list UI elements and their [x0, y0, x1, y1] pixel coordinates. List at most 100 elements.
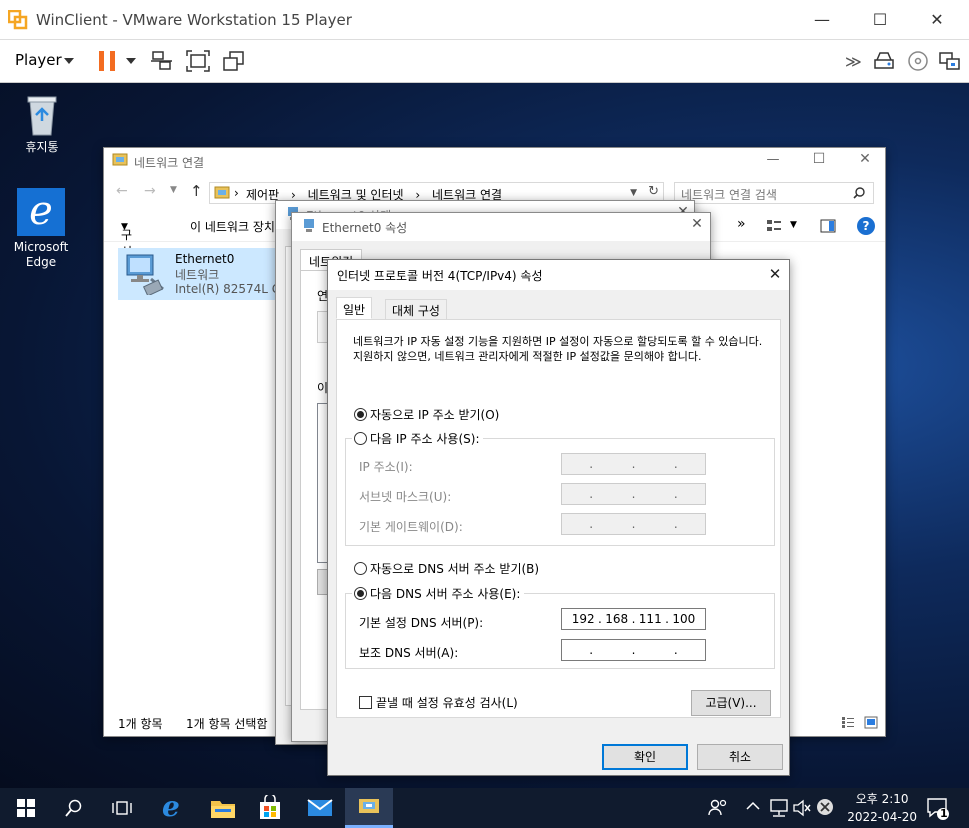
- player-dropdown-icon[interactable]: [64, 58, 74, 64]
- file-explorer-icon[interactable]: [210, 797, 236, 819]
- maximize-icon[interactable]: ☐: [865, 10, 895, 29]
- help-icon[interactable]: ?: [857, 217, 875, 235]
- alternate-dns-label: 보조 DNS 서버(A):: [359, 646, 459, 660]
- ip-dot: .: [673, 487, 678, 501]
- player-menu[interactable]: Player: [15, 51, 62, 69]
- disable-device-button[interactable]: 이 네트워크 장치: [190, 218, 275, 235]
- ok-button[interactable]: 확인: [602, 744, 688, 770]
- preferred-dns-label: 기본 설정 DNS 서버(P):: [359, 616, 484, 630]
- notification-count: 1: [940, 807, 948, 820]
- manual-dns-label: 다음 DNS 서버 주소 사용(E):: [370, 587, 521, 601]
- dialog-titlebar: 인터넷 프로토콜 버전 4(TCP/IPv4) 속성 ✕: [328, 260, 789, 290]
- ip-dot: .: [673, 457, 678, 471]
- pause-icon[interactable]: [98, 50, 118, 72]
- send-ctrl-alt-del-icon[interactable]: [150, 50, 174, 72]
- close-icon[interactable]: ✕: [850, 151, 880, 167]
- dns-octet: 192: [571, 612, 595, 626]
- adapter-type: 네트워크: [175, 268, 220, 282]
- dns-octet: 168: [605, 612, 629, 626]
- tab-general[interactable]: 일반: [336, 297, 373, 319]
- manual-ip-label: 다음 IP 주소 사용(S):: [370, 432, 480, 446]
- gateway-label: 기본 게이트웨이(D):: [359, 520, 463, 534]
- tab-alternate-config[interactable]: 대체 구성: [385, 299, 447, 319]
- search-icon[interactable]: [853, 187, 865, 199]
- advanced-button[interactable]: 고급(V)...: [691, 690, 771, 716]
- network-adapter-icon: [126, 254, 164, 295]
- volume-muted-icon[interactable]: [792, 798, 812, 818]
- ipv4-properties-dialog: 인터넷 프로토콜 버전 4(TCP/IPv4) 속성 ✕ 일반 대체 구성 네트…: [327, 259, 790, 776]
- network-adapter-icon[interactable]: [938, 50, 962, 72]
- maximize-icon[interactable]: ☐: [804, 151, 834, 167]
- edge-taskbar-icon[interactable]: e: [162, 793, 188, 822]
- ip-dot: .: [631, 643, 636, 657]
- properties-window-titlebar: Ethernet0 속성 ✕: [292, 213, 710, 241]
- preferred-dns-field[interactable]: 192. 168. 111. 100: [561, 608, 706, 630]
- unity-icon[interactable]: [222, 50, 246, 72]
- subnet-mask-field: ...: [561, 483, 706, 505]
- item-count: 1개 항목: [118, 717, 163, 731]
- address-dropdown-icon[interactable]: ▼: [630, 188, 637, 198]
- manual-dns-radio[interactable]: 다음 DNS 서버 주소 사용(E):: [352, 585, 525, 602]
- close-icon[interactable]: ✕: [760, 265, 790, 283]
- refresh-icon[interactable]: ↻: [648, 184, 659, 199]
- store-icon[interactable]: [258, 795, 282, 821]
- radio-selected-icon: [354, 408, 367, 421]
- error-badge-icon[interactable]: [816, 798, 834, 816]
- search-icon[interactable]: [65, 799, 83, 817]
- large-icons-view-icon[interactable]: [864, 716, 878, 729]
- view-options-icon[interactable]: [766, 219, 782, 233]
- ip-dot: .: [589, 643, 594, 657]
- recycle-bin[interactable]: 휴지통: [12, 93, 72, 155]
- organize-button[interactable]: 구성 ▼: [121, 218, 132, 259]
- close-icon[interactable]: ✕: [682, 216, 712, 232]
- network-connections-taskbar-button[interactable]: [345, 788, 393, 828]
- chevron-up-icon[interactable]: [746, 801, 760, 811]
- search-input[interactable]: 네트워크 연결 검색: [674, 182, 874, 204]
- ip-dot: .: [589, 457, 594, 471]
- cancel-button[interactable]: 취소: [697, 744, 783, 770]
- alternate-dns-field[interactable]: ...: [561, 639, 706, 661]
- network-status-icon[interactable]: [768, 798, 790, 818]
- pause-dropdown-icon[interactable]: [126, 58, 138, 66]
- view-dropdown-icon[interactable]: ▼: [790, 220, 797, 230]
- system-clock[interactable]: 오후 2:10 2022-04-20: [847, 790, 917, 826]
- close-icon[interactable]: ✕: [922, 10, 952, 29]
- clock-time: 오후 2:10: [855, 792, 909, 806]
- auto-dns-radio[interactable]: 자동으로 DNS 서버 주소 받기(B): [354, 560, 539, 577]
- start-windows-icon[interactable]: [17, 799, 35, 817]
- vmware-titlebar: WinClient - VMware Workstation 15 Player…: [0, 0, 969, 40]
- vmware-window-title: WinClient - VMware Workstation 15 Player: [36, 11, 352, 29]
- preview-pane-icon[interactable]: [820, 219, 836, 233]
- back-icon[interactable]: ←: [116, 183, 128, 199]
- auto-ip-radio[interactable]: 자동으로 IP 주소 받기(O): [354, 406, 499, 423]
- hard-disk-icon[interactable]: [872, 50, 896, 72]
- more-commands-button[interactable]: »: [737, 216, 746, 232]
- ip-dot: .: [631, 517, 636, 531]
- task-view-icon[interactable]: [112, 799, 132, 817]
- dialog-description: 네트워크가 IP 자동 설정 기능을 지원하면 IP 설정이 자동으로 할당되도…: [353, 335, 763, 363]
- minimize-icon[interactable]: —: [807, 10, 837, 29]
- manual-ip-radio[interactable]: 다음 IP 주소 사용(S):: [352, 430, 484, 447]
- minimize-icon[interactable]: —: [758, 152, 788, 167]
- up-icon[interactable]: ↑: [190, 182, 203, 200]
- details-view-icon[interactable]: [841, 716, 855, 729]
- forward-icon[interactable]: →: [144, 183, 156, 199]
- people-icon[interactable]: [708, 798, 728, 818]
- ip-dot: .: [665, 612, 669, 626]
- ip-dot: .: [673, 517, 678, 531]
- clock-date: 2022-04-20: [847, 810, 917, 824]
- ethernet0-adapter[interactable]: Ethernet0 네트워크 Intel(R) 82574L Gig: [118, 248, 292, 300]
- mail-icon[interactable]: [307, 798, 333, 818]
- fullscreen-icon[interactable]: [186, 50, 210, 72]
- network-icon: [304, 219, 314, 232]
- edge-label-line1: Microsoft: [13, 240, 69, 254]
- properties-window-title: Ethernet0 속성: [322, 221, 408, 235]
- edge-shortcut[interactable]: e Microsoft Edge: [11, 188, 71, 270]
- cd-dvd-icon[interactable]: [906, 50, 930, 72]
- ip-dot: .: [631, 457, 636, 471]
- ip-dot: .: [598, 612, 602, 626]
- more-devices-icon[interactable]: ≫: [845, 52, 862, 71]
- radio-unselected-icon: [354, 562, 367, 575]
- recent-dropdown-icon[interactable]: ▼: [170, 185, 177, 195]
- validate-on-exit-checkbox[interactable]: 끝낼 때 설정 유효성 검사(L): [359, 694, 518, 711]
